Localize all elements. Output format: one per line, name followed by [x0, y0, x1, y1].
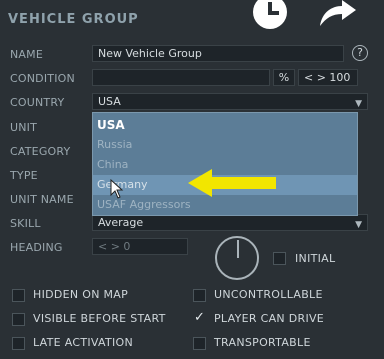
hidden-on-map-checkbox[interactable]: [12, 289, 25, 302]
heading-dial-needle: [237, 240, 239, 258]
category-label: CATEGORY: [10, 145, 71, 158]
skill-select[interactable]: Average ▼: [92, 214, 368, 231]
hidden-on-map-label: HIDDEN ON MAP: [33, 288, 129, 301]
unit-name-label: UNIT NAME: [10, 193, 74, 206]
player-can-drive-checkbox[interactable]: ✓: [193, 310, 206, 326]
heading-dial[interactable]: [215, 236, 259, 280]
chevron-down-icon: ▼: [355, 99, 362, 109]
skill-label: SKILL: [10, 217, 41, 230]
transportable-label: TRANSPORTABLE: [214, 336, 311, 349]
name-label: NAME: [10, 48, 43, 61]
condition-label: CONDITION: [10, 72, 75, 85]
vehicle-group-panel: VEHICLE GROUP NAME ? CONDITION % < > 100…: [0, 0, 384, 359]
player-can-drive-label: PLAYER CAN DRIVE: [214, 312, 325, 325]
initial-checkbox[interactable]: [273, 252, 286, 265]
initial-label: INITIAL: [295, 252, 336, 265]
yellow-arrow-icon: [188, 169, 276, 197]
dropdown-option-usa[interactable]: USA: [93, 115, 357, 135]
condition-unit: %: [273, 69, 295, 86]
mouse-cursor-icon: [110, 179, 124, 199]
panel-title: VEHICLE GROUP: [8, 12, 139, 27]
country-label: COUNTRY: [10, 96, 65, 109]
uncontrollable-checkbox[interactable]: [193, 289, 206, 302]
late-activation-checkbox[interactable]: [12, 337, 25, 350]
checkmark-icon: ✓: [194, 310, 205, 325]
late-activation-label: LATE ACTIVATION: [33, 336, 134, 349]
dropdown-option-russia[interactable]: Russia: [93, 135, 357, 155]
unit-label: UNIT: [10, 121, 38, 134]
heading-label: HEADING: [10, 241, 63, 254]
skill-select-value: Average: [98, 216, 144, 229]
dropdown-option-usaf-aggressors[interactable]: USAF Aggressors: [93, 195, 357, 215]
visible-before-start-checkbox[interactable]: [12, 313, 25, 326]
condition-slider-track[interactable]: [92, 69, 270, 86]
country-select-value: USA: [98, 95, 121, 108]
visible-before-start-label: VISIBLE BEFORE START: [33, 312, 166, 325]
clock-icon[interactable]: [249, 0, 291, 34]
country-select[interactable]: USA ▼: [92, 93, 368, 110]
chevron-down-icon: ▼: [355, 220, 362, 230]
country-dropdown-list: USA Russia China Germany USAF Aggressors: [92, 112, 358, 216]
transportable-checkbox[interactable]: [193, 337, 206, 350]
help-button[interactable]: ?: [352, 45, 368, 61]
name-input[interactable]: [92, 45, 344, 62]
condition-value-field[interactable]: < > 100: [298, 69, 358, 86]
share-arrow-icon[interactable]: [318, 0, 358, 28]
uncontrollable-label: UNCONTROLLABLE: [214, 288, 323, 301]
type-label: TYPE: [10, 169, 38, 182]
heading-value-field[interactable]: < > 0: [92, 238, 188, 255]
